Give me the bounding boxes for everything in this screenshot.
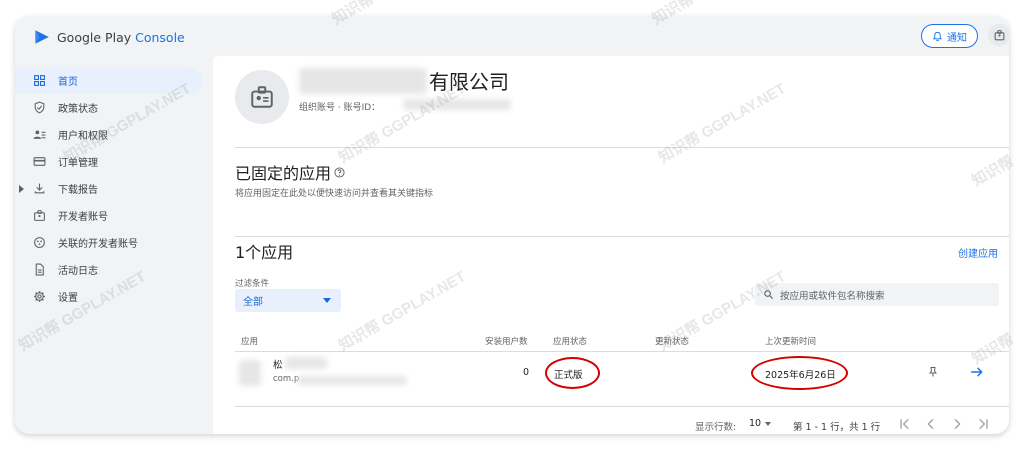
installs-value: 0 <box>523 367 530 378</box>
apps-count-title: 1个应用 <box>235 243 294 262</box>
search-placeholder: 按应用或软件包名称搜索 <box>780 290 885 302</box>
sidebar-item-label: 开发者账号 <box>58 212 108 223</box>
notifications-label: 通知 <box>947 32 967 44</box>
dashboard-icon <box>34 75 45 86</box>
account-button[interactable] <box>988 24 1009 46</box>
redacted-app-icon <box>239 360 261 386</box>
main-panel: 有限公司 组织账号 · 账号ID： 已固定的应用 将应用固定在此处以便快速访问并… <box>213 56 1009 434</box>
gear-icon <box>34 291 45 302</box>
sidebar-item-label: 活动日志 <box>58 266 98 277</box>
divider <box>235 406 1009 407</box>
app-name: 松 <box>273 360 283 371</box>
app-name: Google Play Console <box>57 29 185 45</box>
divider <box>235 236 1009 237</box>
document-icon <box>35 263 44 276</box>
sidebar-item-download-reports[interactable]: 下载报告 <box>15 175 215 202</box>
highlight-circle <box>545 357 600 389</box>
pinned-apps-title: 已固定的应用 <box>235 160 345 184</box>
column-header-status: 应用状态 <box>553 337 588 347</box>
sidebar-item-settings[interactable]: 设置 <box>15 283 215 310</box>
filter-label: 过滤条件 <box>235 279 270 289</box>
linked-accounts-icon <box>34 237 45 248</box>
dropdown-caret-icon <box>323 298 331 303</box>
search-icon <box>764 290 774 300</box>
last-page-icon[interactable] <box>975 416 991 432</box>
pinned-apps-subtitle: 将应用固定在此处以便快速访问并查看其关键指标 <box>235 189 434 199</box>
pin-icon[interactable] <box>927 366 939 378</box>
sidebar-item-users-permissions[interactable]: 用户和权限 <box>15 121 215 148</box>
first-page-icon[interactable] <box>897 416 913 432</box>
org-meta: 组织账号 · 账号ID： <box>299 103 381 113</box>
sidebar-item-label: 首页 <box>58 77 78 88</box>
sidebar-item-label: 下载报告 <box>58 185 98 196</box>
previous-page-icon[interactable] <box>923 416 939 432</box>
column-header-installs: 安装用户数 <box>485 337 528 347</box>
column-header-app: 应用 <box>241 337 259 347</box>
app-package: com.p <box>273 374 300 384</box>
bell-icon <box>932 31 943 41</box>
create-app-button[interactable]: 创建应用 <box>958 245 998 260</box>
redacted-account-id <box>403 99 511 110</box>
pagination-range: 第 1 - 1 行，共 1 行 <box>793 422 881 433</box>
divider <box>235 351 1009 352</box>
shield-icon <box>34 101 45 114</box>
people-icon <box>33 130 46 139</box>
sidebar-item-label: 用户和权限 <box>58 131 108 142</box>
badge-icon <box>994 29 1004 40</box>
redacted-package <box>297 376 407 385</box>
org-avatar <box>235 70 289 124</box>
badge-icon <box>251 86 273 108</box>
highlight-circle <box>751 356 848 390</box>
download-icon <box>34 183 45 194</box>
arrow-right-icon[interactable] <box>970 366 984 378</box>
app-search-input[interactable]: 按应用或软件包名称搜索 <box>755 283 999 306</box>
sidebar-item-home[interactable]: 首页 <box>15 67 202 94</box>
sidebar-item-label: 关联的开发者账号 <box>58 239 138 250</box>
dropdown-caret-icon <box>765 421 772 426</box>
filter-dropdown[interactable]: 全部 <box>235 289 341 312</box>
console-window: Google Play Console 通知 首页 政策状态 用户和权限 订单管… <box>15 16 1009 434</box>
rows-per-page-label: 显示行数: <box>695 422 737 433</box>
redacted-org-name <box>299 68 427 94</box>
play-console-logo[interactable]: Google Play Console <box>33 28 185 46</box>
sidebar-item-label: 设置 <box>58 293 78 304</box>
redacted-app-name <box>285 357 327 369</box>
sidebar-item-order-management[interactable]: 订单管理 <box>15 148 215 175</box>
column-header-update-status: 更新状态 <box>655 337 690 347</box>
sidebar-item-activity-log[interactable]: 活动日志 <box>15 256 215 283</box>
sidebar: 首页 政策状态 用户和权限 订单管理 下载报告 开发者账号 关联的开发者账号 活… <box>15 67 215 310</box>
sidebar-item-linked-accounts[interactable]: 关联的开发者账号 <box>15 229 215 256</box>
play-logo-icon <box>35 30 49 44</box>
credit-card-icon <box>33 157 46 166</box>
sidebar-item-policy-status[interactable]: 政策状态 <box>15 94 215 121</box>
org-name: 有限公司 <box>429 70 509 94</box>
notifications-button[interactable]: 通知 <box>921 24 978 48</box>
next-page-icon[interactable] <box>949 416 965 432</box>
sidebar-item-developer-account[interactable]: 开发者账号 <box>15 202 215 229</box>
column-header-last-updated: 上次更新时间 <box>765 337 817 347</box>
help-icon[interactable] <box>334 166 345 178</box>
expand-arrow-icon[interactable] <box>19 185 24 193</box>
sidebar-item-label: 政策状态 <box>58 104 98 115</box>
sidebar-item-label: 订单管理 <box>58 158 98 169</box>
divider <box>235 147 1009 148</box>
badge-icon <box>34 210 45 221</box>
rows-per-page-select[interactable]: 10 <box>749 418 772 429</box>
